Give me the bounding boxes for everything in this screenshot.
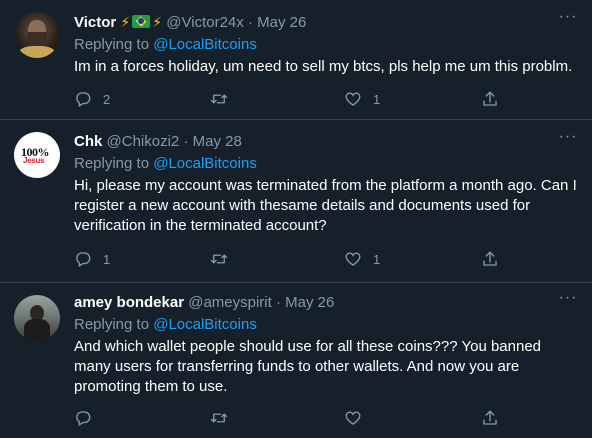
avatar-shirt	[19, 46, 55, 58]
lightning-emoji: ⚡	[152, 14, 163, 30]
replying-to-prefix: Replying to	[74, 36, 150, 53]
reply-icon	[76, 252, 91, 267]
reply-button[interactable]: 1	[74, 248, 110, 270]
like-count: 1	[373, 251, 381, 267]
more-options-icon[interactable]: ···	[558, 9, 578, 32]
tweet[interactable]: 100% Jesus Chk @Chikozi2 · May 28 Replyi…	[0, 120, 592, 283]
like-button[interactable]: 1	[344, 248, 380, 270]
replying-to-prefix: Replying to	[74, 316, 150, 333]
retweet-icon	[210, 413, 228, 423]
reply-count: 1	[103, 251, 111, 267]
tweet-text: Im in a forces holiday, um need to sell …	[74, 58, 573, 75]
reply-icon	[76, 411, 91, 426]
share-button[interactable]	[481, 88, 499, 110]
tweet-date[interactable]: May 26	[285, 294, 334, 311]
reply-icon	[76, 92, 91, 107]
tweet-header: Chk @Chikozi2 · May 28	[74, 132, 580, 152]
share-button[interactable]	[481, 248, 499, 270]
retweet-button[interactable]	[210, 407, 239, 429]
tweet-date[interactable]: May 26	[257, 14, 306, 31]
replying-to: Replying to @LocalBitcoins	[74, 154, 580, 174]
mention-link[interactable]: @LocalBitcoins	[153, 155, 257, 172]
lightning-emoji: ⚡	[120, 14, 131, 30]
tweet-text: Hi, please my account was terminated fro…	[74, 177, 577, 234]
separator-dot: ·	[183, 133, 189, 150]
tweet-actions	[74, 407, 504, 429]
brazil-flag-icon	[132, 15, 151, 28]
like-button[interactable]	[344, 407, 373, 429]
retweet-button[interactable]	[210, 248, 239, 270]
retweet-icon	[210, 254, 228, 264]
display-name[interactable]: Victor	[74, 14, 116, 31]
like-button[interactable]: 1	[344, 88, 380, 110]
avatar[interactable]: 100% Jesus	[14, 132, 60, 178]
avatar-body	[24, 319, 50, 341]
tweet[interactable]: Victor ⚡ ⚡ @Victor24x · May 26 Replying t…	[0, 0, 592, 120]
replying-to-prefix: Replying to	[74, 155, 150, 172]
tweet-content: Victor ⚡ ⚡ @Victor24x · May 26 Replying t…	[74, 12, 580, 77]
replying-to: Replying to @LocalBitcoins	[74, 35, 580, 55]
tweet-header: Victor ⚡ ⚡ @Victor24x · May 26	[74, 12, 580, 33]
share-button[interactable]	[481, 407, 499, 429]
like-count: 1	[373, 91, 381, 107]
avatar[interactable]	[14, 12, 60, 58]
display-name[interactable]: amey bondekar	[74, 294, 184, 311]
tweet-header: amey bondekar @ameyspirit · May 26	[74, 293, 580, 313]
tweet-date[interactable]: May 28	[193, 133, 242, 150]
avatar[interactable]	[14, 295, 60, 341]
avatar-logo-subtext: Jesus	[23, 156, 45, 165]
separator-dot: ·	[247, 14, 253, 31]
mention-link[interactable]: @LocalBitcoins	[153, 36, 257, 53]
user-handle[interactable]: @Chikozi2	[107, 133, 180, 150]
heart-icon	[345, 252, 361, 266]
tweet-actions: 1 1	[74, 248, 504, 270]
avatar-beard	[27, 32, 47, 46]
reply-button[interactable]: 2	[74, 88, 110, 110]
share-icon	[483, 410, 497, 425]
user-handle[interactable]: @ameyspirit	[188, 294, 272, 311]
tweet-content: Chk @Chikozi2 · May 28 Replying to @Loca…	[74, 132, 580, 236]
tweet-content: amey bondekar @ameyspirit · May 26 Reply…	[74, 293, 580, 397]
mention-link[interactable]: @LocalBitcoins	[153, 316, 257, 333]
replying-to: Replying to @LocalBitcoins	[74, 315, 580, 335]
display-name[interactable]: Chk	[74, 133, 102, 150]
tweet-replies-feed: Victor ⚡ ⚡ @Victor24x · May 26 Replying t…	[0, 0, 592, 438]
tweet[interactable]: amey bondekar @ameyspirit · May 26 Reply…	[0, 283, 592, 438]
tweet-text: And which wallet people should use for a…	[74, 338, 542, 395]
heart-icon	[345, 411, 361, 425]
retweet-icon	[210, 94, 228, 104]
separator-dot: ·	[275, 294, 281, 311]
share-icon	[483, 91, 497, 106]
more-options-icon[interactable]: ···	[558, 290, 578, 313]
retweet-button[interactable]	[210, 88, 239, 110]
reply-button[interactable]	[74, 407, 103, 429]
more-options-icon[interactable]: ···	[558, 129, 578, 152]
share-icon	[483, 251, 497, 266]
heart-icon	[345, 92, 361, 106]
tweet-actions: 2 1	[74, 88, 504, 110]
user-handle[interactable]: @Victor24x	[166, 14, 243, 31]
reply-count: 2	[103, 91, 111, 107]
